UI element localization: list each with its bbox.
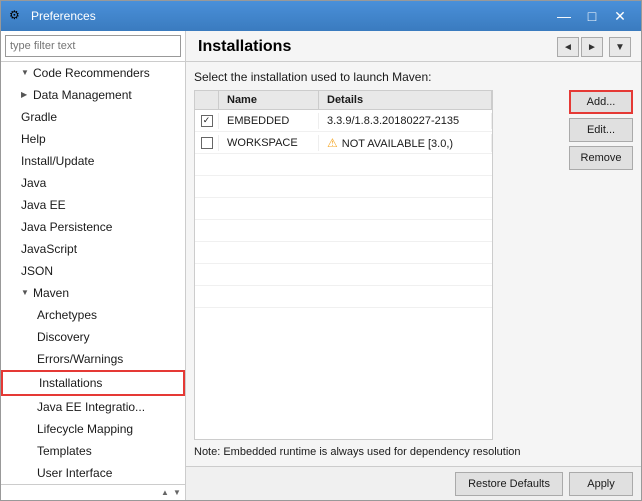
search-box bbox=[1, 31, 185, 62]
table-row-empty bbox=[195, 198, 492, 220]
sidebar-item-java-ee[interactable]: Java EE bbox=[1, 194, 185, 216]
restore-defaults-button[interactable]: Restore Defaults bbox=[455, 472, 563, 496]
panel-subtitle: Select the installation used to launch M… bbox=[194, 70, 633, 84]
sidebar-item-java-ee-integration[interactable]: Java EE Integratio... bbox=[1, 396, 185, 418]
sidebar-item-java[interactable]: Java bbox=[1, 172, 185, 194]
note-area: Note: Embedded runtime is always used fo… bbox=[194, 440, 633, 458]
dropdown-button[interactable]: ▼ bbox=[609, 37, 631, 57]
checkbox-icon bbox=[201, 115, 213, 127]
col-header-details: Details bbox=[319, 91, 492, 109]
sidebar-item-errors-warnings[interactable]: Errors/Warnings bbox=[1, 348, 185, 370]
sidebar-bottom: ▲ ▼ bbox=[1, 484, 185, 500]
row-name-workspace: WORKSPACE bbox=[219, 135, 319, 151]
sidebar-item-gradle[interactable]: Gradle bbox=[1, 106, 185, 128]
sidebar-tree: Code Recommenders Data Management Gradle… bbox=[1, 62, 185, 484]
warning-icon: ⚠ bbox=[327, 136, 338, 150]
apply-button[interactable]: Apply bbox=[569, 472, 633, 496]
table-row-empty bbox=[195, 264, 492, 286]
window-title: Preferences bbox=[31, 9, 551, 23]
table-row-empty bbox=[195, 176, 492, 198]
minimize-button[interactable]: — bbox=[551, 6, 577, 26]
scroll-up-icon[interactable]: ▲ bbox=[159, 488, 171, 497]
title-bar-buttons: — □ ✕ bbox=[551, 6, 633, 26]
table-row[interactable]: WORKSPACE ⚠NOT AVAILABLE [3.0,) bbox=[195, 132, 492, 154]
panel-title: Installations bbox=[198, 38, 291, 56]
panel-content: Select the installation used to launch M… bbox=[186, 62, 641, 466]
sidebar-item-help[interactable]: Help bbox=[1, 128, 185, 150]
expand-icon bbox=[21, 284, 33, 302]
sidebar-item-installations[interactable]: Installations bbox=[1, 370, 185, 396]
sidebar-item-install-update[interactable]: Install/Update bbox=[1, 150, 185, 172]
sidebar-item-lifecycle-mapping[interactable]: Lifecycle Mapping bbox=[1, 418, 185, 440]
add-button[interactable]: Add... bbox=[569, 90, 633, 114]
sidebar-item-javascript[interactable]: JavaScript bbox=[1, 238, 185, 260]
search-input[interactable] bbox=[5, 35, 181, 57]
window-icon: ⚙ bbox=[9, 8, 25, 24]
table-header: Name Details bbox=[195, 91, 492, 110]
edit-button[interactable]: Edit... bbox=[569, 118, 633, 142]
sidebar-item-user-interface[interactable]: User Interface bbox=[1, 462, 185, 484]
table-row-empty bbox=[195, 286, 492, 308]
expand-icon bbox=[21, 64, 33, 82]
expand-icon bbox=[21, 86, 33, 104]
title-bar: ⚙ Preferences — □ ✕ bbox=[1, 1, 641, 31]
installations-table: Name Details EMBEDDED 3.3.9/1.8.3.201802… bbox=[194, 90, 493, 440]
table-row-empty bbox=[195, 242, 492, 264]
row-name-embedded: EMBEDDED bbox=[219, 113, 319, 129]
remove-button[interactable]: Remove bbox=[569, 146, 633, 170]
scroll-down-icon[interactable]: ▼ bbox=[171, 488, 183, 497]
sidebar: Code Recommenders Data Management Gradle… bbox=[1, 31, 186, 500]
back-button[interactable]: ◄ bbox=[557, 37, 579, 57]
bottom-bar: Restore Defaults Apply bbox=[186, 466, 641, 500]
table-row-empty bbox=[195, 220, 492, 242]
table-row-empty bbox=[195, 154, 492, 176]
row-details-workspace: ⚠NOT AVAILABLE [3.0,) bbox=[319, 134, 492, 152]
preferences-window: ⚙ Preferences — □ ✕ Code Recommenders bbox=[0, 0, 642, 501]
note-text: Note: Embedded runtime is always used fo… bbox=[194, 446, 521, 458]
checkbox-icon bbox=[201, 137, 213, 149]
col-header-check bbox=[195, 91, 219, 109]
main-content: Code Recommenders Data Management Gradle… bbox=[1, 31, 641, 500]
close-button[interactable]: ✕ bbox=[607, 6, 633, 26]
sidebar-item-data-management[interactable]: Data Management bbox=[1, 84, 185, 106]
main-panel: Installations ◄ ► ▼ Select the installat… bbox=[186, 31, 641, 500]
sidebar-item-discovery[interactable]: Discovery bbox=[1, 326, 185, 348]
sidebar-item-json[interactable]: JSON bbox=[1, 260, 185, 282]
sidebar-item-templates[interactable]: Templates bbox=[1, 440, 185, 462]
table-row[interactable]: EMBEDDED 3.3.9/1.8.3.20180227-2135 bbox=[195, 110, 492, 132]
side-buttons: Add... Edit... Remove bbox=[569, 90, 633, 440]
sidebar-item-java-persistence[interactable]: Java Persistence bbox=[1, 216, 185, 238]
sidebar-item-archetypes[interactable]: Archetypes bbox=[1, 304, 185, 326]
panel-header: Installations ◄ ► ▼ bbox=[186, 31, 641, 62]
sidebar-item-maven[interactable]: Maven bbox=[1, 282, 185, 304]
row-checkbox-workspace[interactable] bbox=[195, 135, 219, 151]
sidebar-item-code-recommenders[interactable]: Code Recommenders bbox=[1, 62, 185, 84]
row-checkbox-embedded[interactable] bbox=[195, 113, 219, 129]
maximize-button[interactable]: □ bbox=[579, 6, 605, 26]
col-header-name: Name bbox=[219, 91, 319, 109]
panel-toolbar: ◄ ► ▼ bbox=[557, 37, 631, 57]
forward-button[interactable]: ► bbox=[581, 37, 603, 57]
row-details-embedded: 3.3.9/1.8.3.20180227-2135 bbox=[319, 113, 492, 129]
table-section: Name Details EMBEDDED 3.3.9/1.8.3.201802… bbox=[194, 90, 633, 440]
